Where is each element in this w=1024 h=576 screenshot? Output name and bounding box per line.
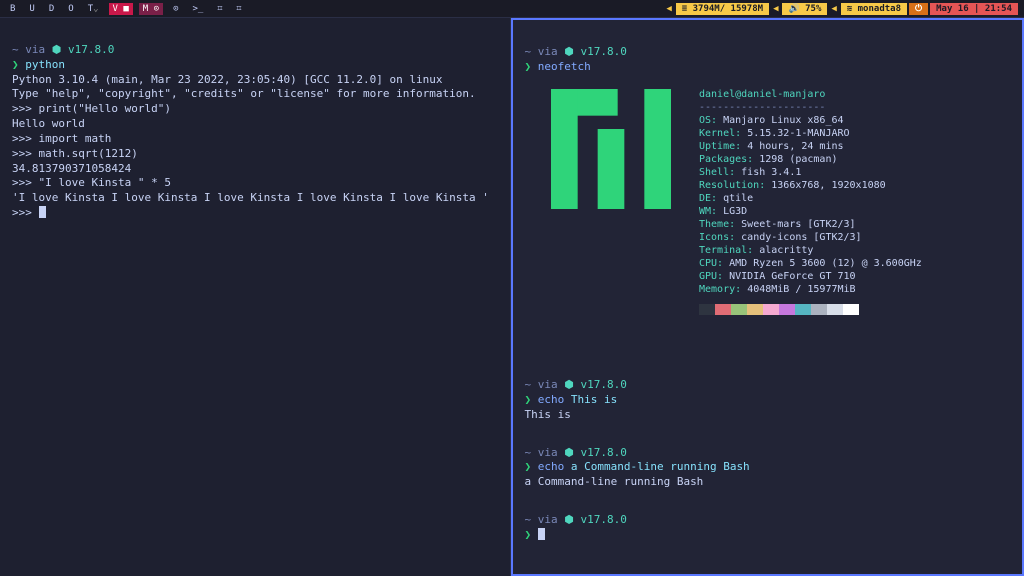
ws-1[interactable]: B <box>6 3 19 15</box>
prompt-arrow-icon: ❯ <box>525 393 538 406</box>
node-version: v17.8.0 <box>574 378 627 391</box>
neofetch-output: daniel@daniel-manjaro ------------------… <box>525 75 1011 341</box>
ws-2[interactable]: U <box>25 3 38 15</box>
power-icon[interactable]: ⏻ <box>909 3 928 15</box>
node-icon: ⬢ <box>564 45 574 58</box>
volume-chip[interactable]: 🔊 75% <box>782 3 827 15</box>
workspace-switcher[interactable]: B U D O T⌄ V ■ M ⊙ ⊙ >_ ⌗ ⌗ <box>6 3 245 15</box>
prompt-path: ~ via <box>525 513 565 526</box>
repl-prompt: >>> <box>12 176 39 189</box>
ws-6-active[interactable]: V ■ <box>109 3 133 15</box>
output: This is <box>525 408 571 421</box>
cpu-value: AMD Ryzen 5 3600 (12) @ 3.600GHz <box>729 258 922 269</box>
color-swatch <box>731 304 747 315</box>
icons-value: candy-icons [GTK2/3] <box>741 232 861 243</box>
desktop: ~ via ⬢ v17.8.0 ❯ python Python 3.10.4 (… <box>0 18 1024 576</box>
prompt-arrow-icon: ❯ <box>525 60 538 73</box>
packages-value: 1298 (pacman) <box>759 154 837 165</box>
node-icon: ⬢ <box>564 513 574 526</box>
status-area: ◀ ≡ 3794M/ 15978M ◀ 🔊 75% ◀ ≋ monadta8 ⏻… <box>664 3 1018 15</box>
command: echo <box>538 460 571 473</box>
cursor <box>39 206 46 218</box>
command-arg: a Command-line running Bash <box>571 460 750 473</box>
topbar: B U D O T⌄ V ■ M ⊙ ⊙ >_ ⌗ ⌗ ◀ ≡ 3794M/ 1… <box>0 0 1024 18</box>
user-host: daniel@daniel-manjaro <box>699 89 825 100</box>
color-swatch <box>811 304 827 315</box>
network-chip[interactable]: ≋ monadta8 <box>841 3 907 15</box>
arrow-icon: ◀ <box>771 3 780 15</box>
repl-code: print("Hello world") <box>39 102 171 115</box>
gpu-value: NVIDIA GeForce GT 710 <box>729 271 855 282</box>
color-swatch <box>779 304 795 315</box>
memory-chip: ≡ 3794M/ 15978M <box>676 3 769 15</box>
command: echo <box>538 393 571 406</box>
ws-7[interactable]: M ⊙ <box>139 3 163 15</box>
de-value: qtile <box>723 193 753 204</box>
manjaro-logo-icon <box>525 75 672 341</box>
prompt-arrow-icon: ❯ <box>525 460 538 473</box>
repl-output: 'I love Kinsta I love Kinsta I love Kins… <box>12 191 489 204</box>
neofetch-info: daniel@daniel-manjaro ------------------… <box>699 75 922 341</box>
ws-5[interactable]: T⌄ <box>84 3 103 15</box>
color-swatch <box>763 304 779 315</box>
python-banner-2: Type "help", "copyright", "credits" or "… <box>12 87 476 100</box>
python-banner-1: Python 3.10.4 (main, Mar 23 2022, 23:05:… <box>12 73 442 86</box>
prompt-path: ~ via <box>525 378 565 391</box>
uptime-value: 4 hours, 24 mins <box>747 141 843 152</box>
repl-prompt: >>> <box>12 102 39 115</box>
repl-code: "I love Kinsta " * 5 <box>39 176 171 189</box>
color-swatch <box>747 304 763 315</box>
shell-value: fish 3.4.1 <box>741 167 801 178</box>
repl-prompt: >>> <box>12 206 39 219</box>
repl-output: Hello world <box>12 117 85 130</box>
repl-output: 34.813790371058424 <box>12 162 131 175</box>
prompt-arrow-icon: ❯ <box>525 528 538 541</box>
divider: --------------------- <box>699 102 825 113</box>
terminal-value: alacritty <box>759 245 813 256</box>
repl-code: math.sqrt(1212) <box>39 147 138 160</box>
terminal-left[interactable]: ~ via ⬢ v17.8.0 ❯ python Python 3.10.4 (… <box>0 18 511 576</box>
memory-value: 4048MiB / 15977MiB <box>747 284 855 295</box>
node-icon: ⬢ <box>564 446 574 459</box>
node-icon: ⬢ <box>52 43 62 56</box>
repl-prompt: >>> <box>12 147 39 160</box>
node-version: v17.8.0 <box>574 45 627 58</box>
command-arg: This is <box>571 393 617 406</box>
command: python <box>25 58 65 71</box>
arrow-icon: ◀ <box>829 3 838 15</box>
node-icon: ⬢ <box>564 378 574 391</box>
prompt-path: ~ via <box>12 43 52 56</box>
color-swatches <box>699 304 922 315</box>
prompt-path: ~ via <box>525 446 565 459</box>
repl-prompt: >>> <box>12 132 39 145</box>
ws-9[interactable]: >_ <box>188 3 207 15</box>
ws-11[interactable]: ⌗ <box>232 3 245 15</box>
theme-value: Sweet-mars [GTK2/3] <box>741 219 855 230</box>
os-value: Manjaro Linux x86_64 <box>723 115 843 126</box>
wm-value: LG3D <box>723 206 747 217</box>
resolution-value: 1366x768, 1920x1080 <box>771 180 885 191</box>
repl-code: import math <box>39 132 112 145</box>
color-swatch <box>715 304 731 315</box>
node-version: v17.8.0 <box>574 446 627 459</box>
ws-8[interactable]: ⊙ <box>169 3 182 15</box>
prompt-path: ~ via <box>525 45 565 58</box>
arrow-icon: ◀ <box>664 3 673 15</box>
color-swatch <box>795 304 811 315</box>
kernel-value: 5.15.32-1-MANJARO <box>747 128 849 139</box>
node-version: v17.8.0 <box>574 513 627 526</box>
node-version: v17.8.0 <box>61 43 114 56</box>
color-swatch <box>843 304 859 315</box>
date-chip: May 16 | 21:54 <box>930 3 1018 15</box>
cursor <box>538 528 545 540</box>
ws-3[interactable]: D <box>45 3 58 15</box>
terminal-right[interactable]: ~ via ⬢ v17.8.0 ❯ neofetch daniel@daniel… <box>511 18 1024 576</box>
ws-10[interactable]: ⌗ <box>213 3 226 15</box>
color-swatch <box>827 304 843 315</box>
prompt-arrow-icon: ❯ <box>12 58 25 71</box>
command: neofetch <box>538 60 591 73</box>
output: a Command-line running Bash <box>525 475 704 488</box>
ws-4[interactable]: O <box>64 3 77 15</box>
color-swatch <box>699 304 715 315</box>
